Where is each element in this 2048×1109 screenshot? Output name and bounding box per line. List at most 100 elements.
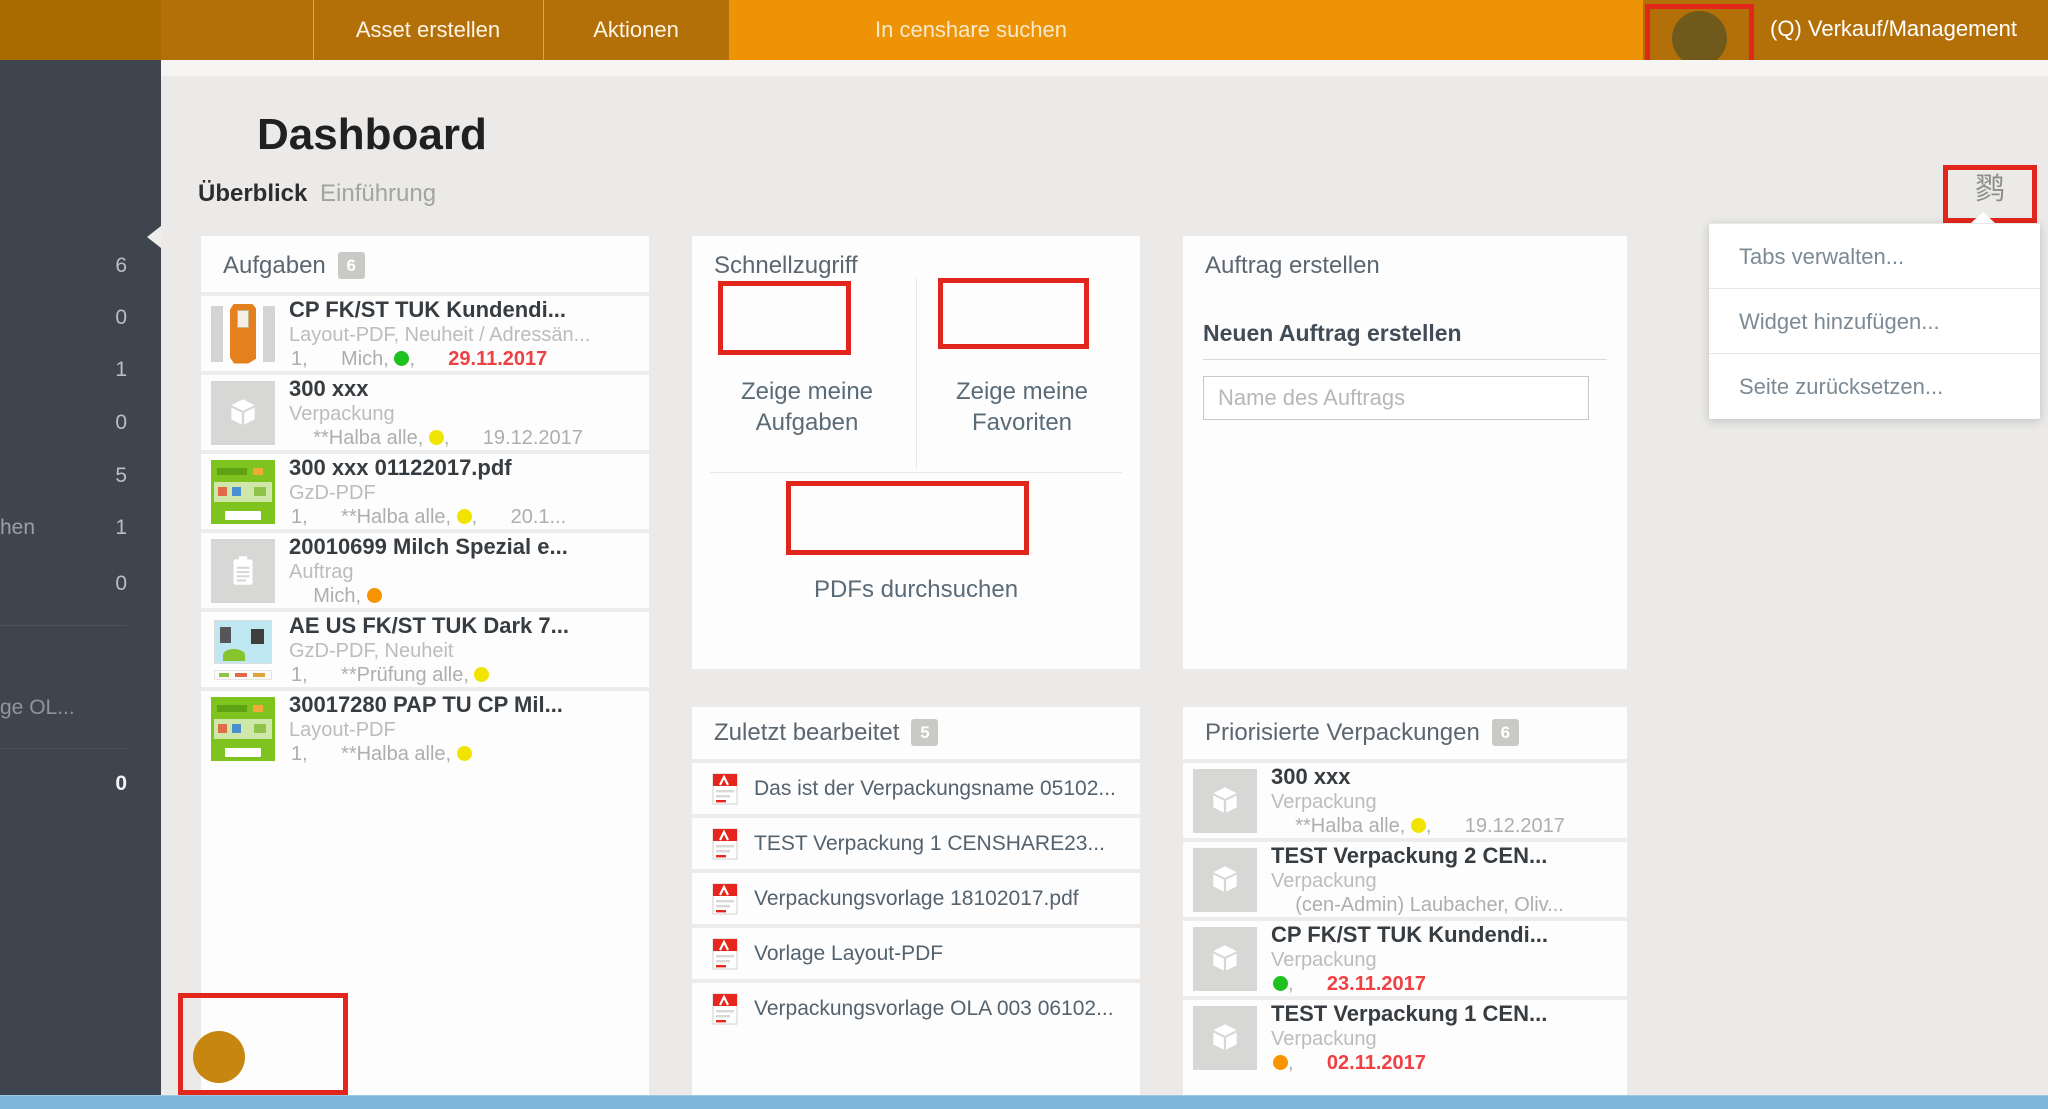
count-badge: 5 [911, 719, 938, 746]
item-meta: 1, Mich, , 29.11.2017 [289, 347, 590, 371]
bottom-taskbar[interactable] [0, 1095, 2048, 1109]
widget-divider [710, 472, 1122, 473]
tab-einfuehrung[interactable]: Einführung [320, 180, 436, 208]
menu-item-seite-zuruecksetzen[interactable]: Seite zurücksetzen... [1709, 353, 2040, 418]
status-dot-icon [1273, 1055, 1288, 1070]
global-search-area[interactable] [729, 0, 1643, 60]
item-subtitle: Layout-PDF [289, 718, 563, 742]
search-input[interactable]: In censhare suchen [875, 0, 1067, 60]
menu-item-tabs-verwalten[interactable]: Tabs verwalten... [1709, 223, 2040, 288]
package-item[interactable]: 300 xxx Verpackung **Halba alle, , 19.12… [1183, 759, 1627, 838]
item-title: 30017280 PAP TU CP Mil... [289, 692, 563, 718]
logo-block [0, 0, 161, 60]
item-meta: 1, **Halba alle, [289, 742, 563, 766]
widget-title: Schnellzugriff [714, 252, 858, 279]
auftrag-name-input[interactable] [1203, 376, 1589, 420]
pdf-icon [712, 883, 738, 915]
sidebar-item-label[interactable]: ge OL... [0, 696, 75, 720]
sidebar-count[interactable]: 5 [115, 464, 127, 488]
item-title: CP FK/ST TUK Kundendi... [289, 297, 590, 323]
orange-marker-circle[interactable] [193, 1031, 245, 1083]
sidebar-count[interactable]: 6 [115, 254, 127, 278]
task-item[interactable]: AE US FK/ST TUK Dark 7... GzD-PDF, Neuhe… [201, 608, 649, 687]
annotation-pdfs-durchsuchen-box[interactable] [786, 481, 1029, 555]
item-subtitle: Verpackung [1271, 869, 1564, 893]
package-item[interactable]: CP FK/ST TUK Kundendi... Verpackung , 23… [1183, 917, 1627, 996]
package-item[interactable]: TEST Verpackung 2 CEN... Verpackung (cen… [1183, 838, 1627, 917]
item-subtitle: Verpackung [1271, 948, 1548, 972]
sidebar-divider [0, 748, 127, 749]
item-title: TEST Verpackung 2 CEN... [1271, 843, 1564, 869]
settings-dropdown-menu: Tabs verwalten... Widget hinzufügen... S… [1709, 223, 2040, 419]
auftrag-erstellen-widget: Auftrag erstellen Neuen Auftrag erstelle… [1183, 236, 1627, 669]
sidebar-item-label[interactable]: hen [0, 516, 35, 540]
annotation-zeige-aufgaben-box[interactable] [718, 281, 851, 355]
item-subtitle: Verpackung [1271, 790, 1565, 814]
pdfs-durchsuchen-button[interactable]: PDFs durchsuchen [692, 574, 1140, 605]
item-meta: , 02.11.2017 [1271, 1051, 1547, 1075]
aufgaben-widget: Aufgaben 6 CP FK/ST TUK Kundendi... Layou… [201, 236, 649, 1095]
left-sidebar: 6 0 1 0 5 hen 1 0 ge OL... 0 [0, 60, 161, 1095]
recent-item[interactable]: Verpackungsvorlage OLA 003 06102... [692, 979, 1140, 1034]
item-subtitle: Verpackung [289, 402, 583, 426]
diecut-thumbnail-icon [211, 302, 275, 366]
recent-item[interactable]: TEST Verpackung 1 CENSHARE23... [692, 814, 1140, 869]
sidebar-count[interactable]: 1 [115, 516, 127, 540]
schnellzugriff-widget: Schnellzugriff Zeige meineAufgaben Zeige… [692, 236, 1140, 669]
pdf-icon [712, 828, 738, 860]
zeige-meine-favoriten-button[interactable]: Zeige meineFavoriten [922, 376, 1122, 438]
widget-title: Auftrag erstellen [1205, 252, 1380, 279]
task-item[interactable]: 20010699 Milch Spezial e... Auftrag Mich… [201, 529, 649, 608]
sidebar-count[interactable]: 0 [115, 572, 127, 596]
due-date: 19.12.2017 [1465, 815, 1565, 837]
item-meta: (cen-Admin) Laubacher, Oliv... [1271, 893, 1564, 917]
sidebar-count-bold[interactable]: 0 [115, 772, 127, 796]
recent-item[interactable]: Vorlage Layout-PDF [692, 924, 1140, 979]
status-dot-icon [367, 588, 382, 603]
user-role-label[interactable]: (Q) Verkauf/Management [1770, 0, 2017, 58]
page-title: Dashboard [257, 110, 487, 160]
pdf-icon [712, 938, 738, 970]
recent-item-label: Vorlage Layout-PDF [754, 942, 943, 966]
widget-title: Aufgaben [223, 252, 326, 279]
item-meta: **Halba alle, , 19.12.2017 [289, 426, 583, 450]
package-item[interactable]: TEST Verpackung 1 CEN... Verpackung , 02… [1183, 996, 1627, 1075]
task-item[interactable]: CP FK/ST TUK Kundendi... Layout-PDF, Neu… [201, 292, 649, 371]
item-subtitle: Verpackung [1271, 1027, 1547, 1051]
recent-item[interactable]: Das ist der Verpackungsname 05102... [692, 759, 1140, 814]
recent-item-label: TEST Verpackung 1 CENSHARE23... [754, 832, 1105, 856]
item-meta: 1, **Prüfung alle, [289, 663, 569, 687]
package-cube-icon [1193, 927, 1257, 991]
sidebar-count[interactable]: 1 [115, 358, 127, 382]
menu-caret-icon [1971, 212, 1995, 223]
item-subtitle: GzD-PDF [289, 481, 566, 505]
recent-item[interactable]: Verpackungsvorlage 18102017.pdf [692, 869, 1140, 924]
menu-item-widget-hinzufuegen[interactable]: Widget hinzufügen... [1709, 288, 2040, 353]
task-item[interactable]: 30017280 PAP TU CP Mil... Layout-PDF 1, … [201, 687, 649, 766]
sidebar-collapse-arrow-icon[interactable] [147, 226, 161, 248]
content-top-strip [161, 60, 2048, 76]
annotation-zeige-favoriten-box[interactable] [938, 278, 1089, 349]
pdf-icon [712, 773, 738, 805]
count-badge: 6 [1492, 719, 1519, 746]
asset-erstellen-menu[interactable]: Asset erstellen [313, 0, 543, 60]
package-cube-icon [1193, 769, 1257, 833]
photo-thumbnail [211, 618, 275, 682]
due-date: 02.11.2017 [1327, 1052, 1426, 1074]
count-badge: 6 [338, 252, 365, 279]
sidebar-count[interactable]: 0 [115, 306, 127, 330]
aktionen-menu[interactable]: Aktionen [543, 0, 729, 60]
tab-ueberblick[interactable]: Überblick [198, 180, 307, 208]
widget-divider [916, 278, 917, 468]
zeige-meine-aufgaben-button[interactable]: Zeige meineAufgaben [702, 376, 912, 438]
pdf-icon [712, 993, 738, 1025]
sidebar-count[interactable]: 0 [115, 411, 127, 435]
zuletzt-bearbeitet-widget: Zuletzt bearbeitet5 Das ist der Verpacku… [692, 707, 1140, 1095]
task-item[interactable]: 300 xxx Verpackung **Halba alle, , 19.12… [201, 371, 649, 450]
priorisierte-verpackungen-widget: Priorisierte Verpackungen6 300 xxx Verpa… [1183, 707, 1627, 1095]
clipboard-icon [211, 539, 275, 603]
task-item[interactable]: 300 xxx 01122017.pdf GzD-PDF 1, **Halba … [201, 450, 649, 529]
neuen-auftrag-heading: Neuen Auftrag erstellen [1203, 320, 1607, 360]
green-layout-thumbnail [211, 697, 275, 761]
due-date: 29.11.2017 [448, 348, 547, 370]
